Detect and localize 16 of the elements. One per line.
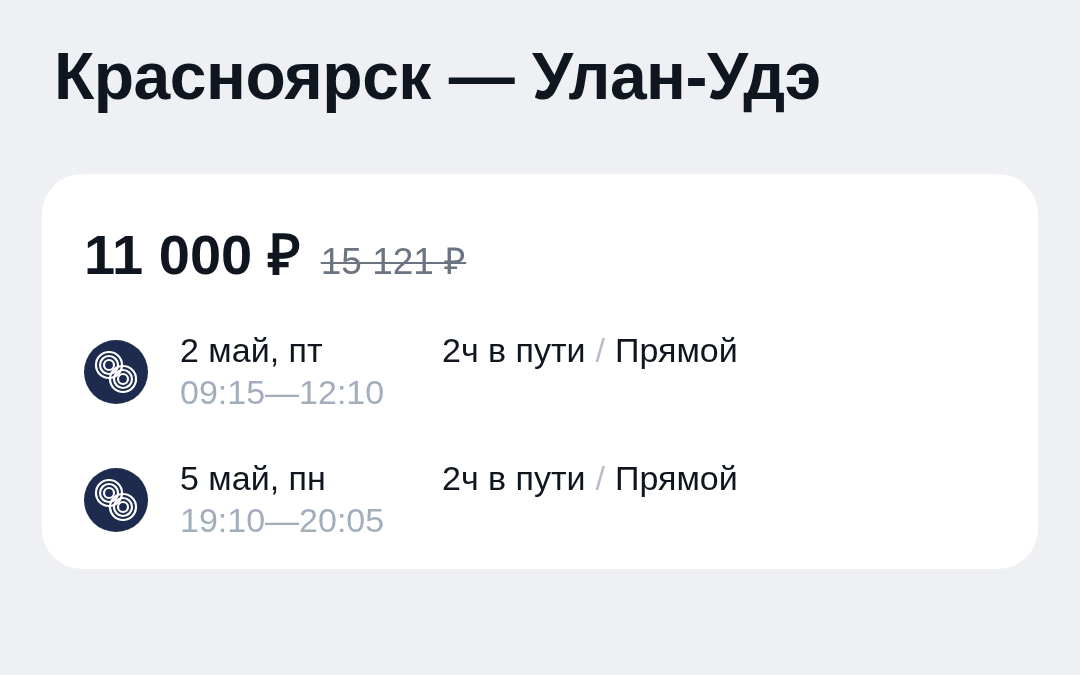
- old-price: 15 121 ₽: [320, 240, 467, 284]
- flight-times: 09:15—12:10: [180, 372, 386, 413]
- airline-logo-icon: [84, 340, 148, 404]
- flight-duration: 2ч в пути: [442, 458, 586, 498]
- flight-date: 5 май, пн: [180, 458, 327, 498]
- separator: /: [595, 458, 605, 498]
- flight-type: Прямой: [615, 330, 738, 370]
- flight-type: Прямой: [615, 458, 738, 498]
- flight-date: 2 май, пт: [180, 330, 324, 370]
- price: 11 000 ₽: [84, 222, 301, 288]
- route-title: Красноярск — Улан-Удэ: [54, 38, 822, 115]
- separator: /: [595, 330, 605, 370]
- flight-times: 19:10—20:05: [180, 500, 386, 541]
- flight-duration: 2ч в пути: [442, 330, 586, 370]
- airline-logo-icon: [84, 468, 148, 532]
- offer-card[interactable]: 11 000 ₽ 15 121 ₽ 2 май, пт 09:15—12:10 2ч в пути / Прямой 5 май, пн 19:10—20:05 2ч в пути / Прямой: [42, 174, 1038, 569]
